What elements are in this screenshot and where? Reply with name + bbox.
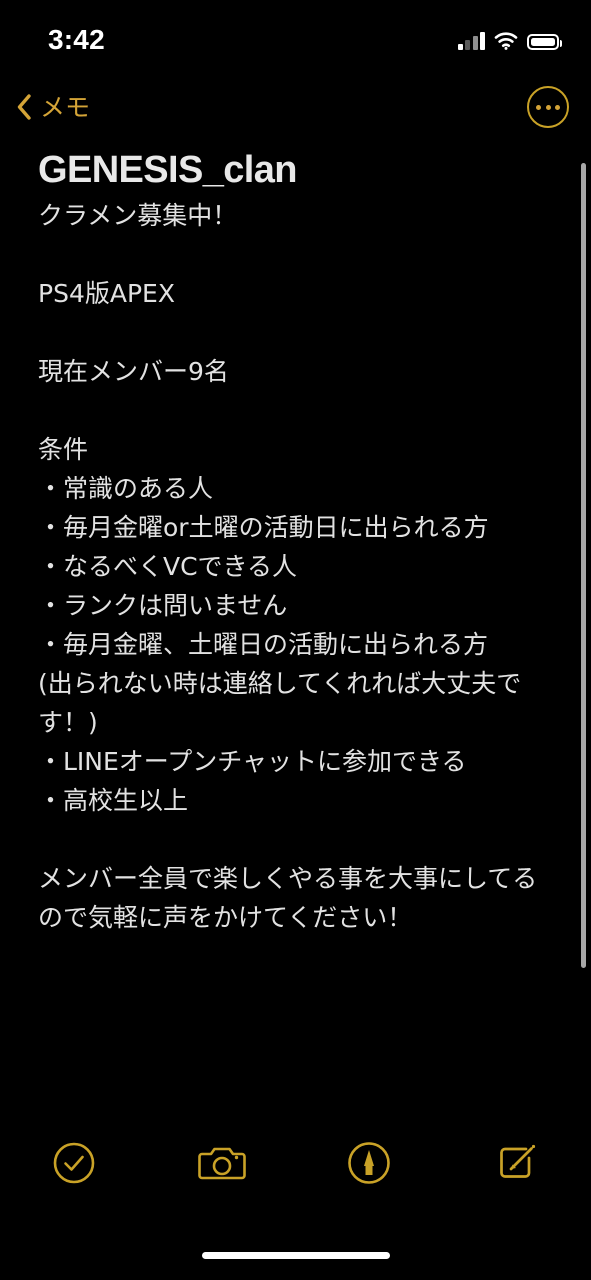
status-bar: 3:42	[0, 0, 591, 74]
note-line: ので気軽に声をかけてください！	[38, 903, 413, 933]
navigation-bar: メモ	[0, 74, 591, 140]
note-line: ・常識のある人	[38, 474, 214, 504]
note-line: ・ランクは問いません	[38, 591, 288, 621]
note-line	[38, 820, 557, 859]
note-line	[38, 313, 557, 352]
camera-button[interactable]	[148, 1130, 296, 1200]
battery-icon	[527, 34, 562, 50]
markup-pen-circle-icon	[346, 1140, 392, 1191]
note-line: PS4版APEX	[38, 279, 175, 309]
note-line: 現在メンバー9名	[38, 357, 229, 387]
note-body[interactable]: クラメン募集中！ PS4版APEX 現在メンバー9名 条件・常識のある人・毎月金…	[38, 196, 557, 937]
note-content[interactable]: GENESIS_clan クラメン募集中！ PS4版APEX 現在メンバー9名 …	[0, 140, 591, 1150]
ellipsis-circle-icon[interactable]	[527, 86, 569, 128]
note-line: す！)	[38, 708, 98, 738]
checkmark-circle-icon	[52, 1141, 96, 1190]
back-button-label: メモ	[40, 92, 91, 122]
wifi-icon	[494, 32, 518, 50]
note-title: GENESIS_clan	[38, 149, 298, 191]
status-bar-indicators	[457, 26, 562, 50]
note-line: (出られない時は連絡してくれれば大丈夫で	[38, 669, 522, 699]
chevron-left-icon	[16, 93, 32, 121]
note-line	[38, 391, 557, 430]
checklist-button[interactable]	[0, 1130, 148, 1200]
note-line	[38, 235, 557, 274]
notes-app-screen: 3:42 メモ GENESIS_clan クラメン募集中！ PS4版APEX 現…	[0, 0, 591, 1280]
note-line: メンバー全員で楽しくやる事を大事にしてる	[38, 864, 538, 894]
markup-button[interactable]	[296, 1130, 444, 1200]
note-line: ・毎月金曜or土曜の活動日に出られる方	[38, 513, 489, 543]
compose-icon	[494, 1140, 540, 1191]
note-line: クラメン募集中！	[38, 201, 238, 231]
compose-button[interactable]	[443, 1130, 591, 1200]
note-line: ・なるべくVCできる人	[38, 552, 298, 582]
cellular-signal-icon	[457, 32, 485, 50]
bottom-toolbar	[0, 1130, 591, 1200]
camera-icon	[197, 1142, 246, 1189]
home-indicator[interactable]	[201, 1252, 390, 1259]
note-line: ・LINEオープンチャットに参加できる	[38, 747, 467, 777]
note-line: 条件	[38, 435, 89, 465]
back-button[interactable]: メモ	[10, 80, 96, 134]
note-line: ・毎月金曜、土曜日の活動に出られる方	[38, 630, 489, 660]
note-line: ・高校生以上	[38, 786, 189, 816]
status-bar-clock: 3:42	[48, 24, 105, 55]
vertical-scroll-indicator[interactable]	[581, 163, 586, 968]
